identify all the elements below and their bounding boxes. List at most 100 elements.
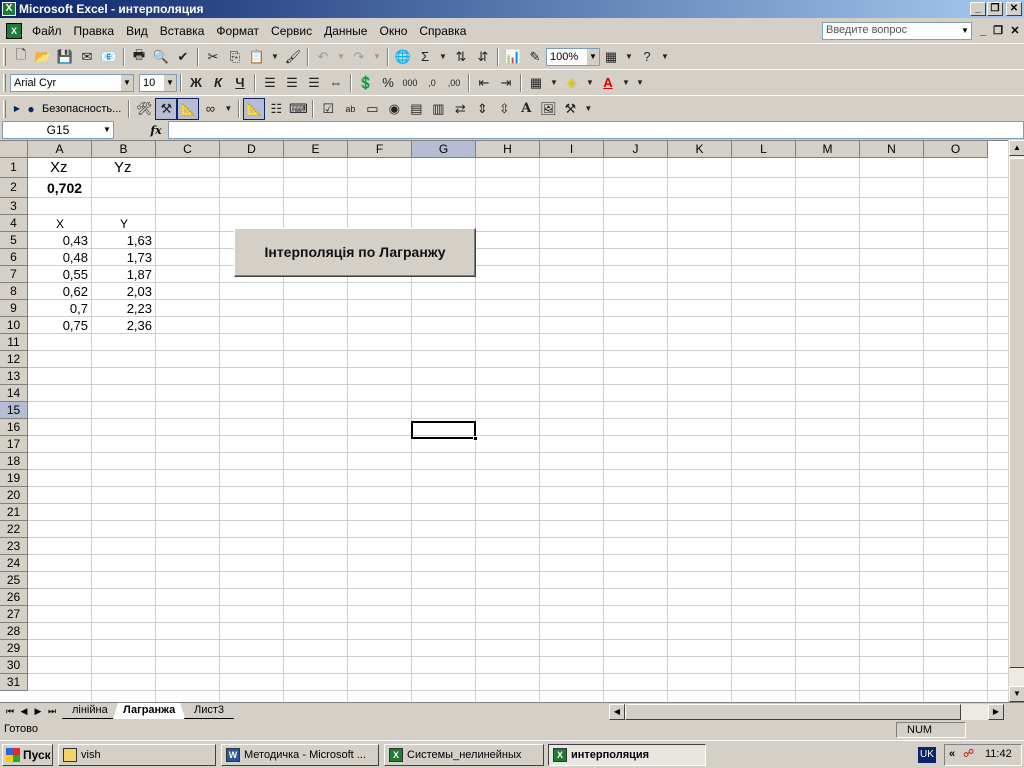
row-header-24[interactable]: 24 bbox=[0, 555, 28, 572]
sheet-tab-linear[interactable]: лінійна bbox=[62, 703, 118, 719]
fill-color-dropdown-icon[interactable]: ▼ bbox=[583, 72, 597, 94]
cell-B1[interactable]: Yz bbox=[114, 159, 132, 176]
sheet-tab-lagrange[interactable]: Лагранжа bbox=[113, 703, 185, 719]
column-header-L[interactable]: L bbox=[732, 141, 796, 158]
row-header-26[interactable]: 26 bbox=[0, 589, 28, 606]
redo-icon[interactable]: ↷ bbox=[348, 46, 370, 68]
column-header-O[interactable]: O bbox=[924, 141, 988, 158]
vertical-scrollbar[interactable]: ▲ ▼ bbox=[1008, 140, 1024, 702]
view-code-icon[interactable]: ⌨ bbox=[287, 98, 309, 120]
menu-data[interactable]: Данные bbox=[318, 22, 373, 40]
scroll-down-icon[interactable]: ▼ bbox=[1009, 686, 1024, 702]
row-header-22[interactable]: 22 bbox=[0, 521, 28, 538]
column-header-B[interactable]: B bbox=[92, 141, 156, 158]
doc-minimize-button[interactable]: _ bbox=[976, 24, 990, 38]
toolbar-options-dropdown-icon[interactable]: ▼ bbox=[622, 46, 636, 68]
cell-A4[interactable]: X bbox=[56, 216, 64, 233]
name-box[interactable]: G15 ▼ bbox=[2, 121, 114, 139]
menu-insert[interactable]: Вставка bbox=[154, 22, 211, 40]
formula-input[interactable] bbox=[168, 121, 1024, 139]
row-header-15[interactable]: 15 bbox=[0, 402, 28, 419]
option-button-control-icon[interactable]: ◉ bbox=[383, 98, 405, 120]
font-size-select[interactable]: 10 ▼ bbox=[139, 73, 177, 92]
image-control-icon[interactable]: 🖼 bbox=[537, 98, 559, 120]
row-header-23[interactable]: 23 bbox=[0, 538, 28, 555]
chart-wizard-icon[interactable]: 📊 bbox=[502, 46, 524, 68]
scroll-left-icon[interactable]: ◀ bbox=[609, 704, 625, 720]
command-button-control-icon[interactable]: ▭ bbox=[361, 98, 383, 120]
merge-center-icon[interactable]: ⇔ bbox=[325, 72, 347, 94]
row-header-16[interactable]: 16 bbox=[0, 419, 28, 436]
permission-icon[interactable]: ✉ bbox=[76, 46, 98, 68]
italic-button[interactable]: К bbox=[207, 72, 229, 94]
align-center-icon[interactable]: ☰ bbox=[281, 72, 303, 94]
toggle-button-control-icon[interactable]: ⇄ bbox=[449, 98, 471, 120]
font-dropdown-icon[interactable]: ▼ bbox=[121, 74, 133, 91]
column-header-I[interactable]: I bbox=[540, 141, 604, 158]
task-excel-systems[interactable]: X Системы_нелинейных bbox=[384, 744, 544, 766]
doc-close-button[interactable]: ✕ bbox=[1008, 24, 1022, 38]
network-icon[interactable]: ☍ bbox=[963, 747, 974, 760]
textbox-control-icon[interactable]: ab bbox=[339, 98, 361, 120]
listbox-control-icon[interactable]: ▤ bbox=[405, 98, 427, 120]
close-button[interactable]: ✕ bbox=[1006, 2, 1022, 16]
checkbox-control-icon[interactable]: ☑ bbox=[317, 98, 339, 120]
task-word-document[interactable]: W Методичка - Microsoft ... bbox=[221, 744, 379, 766]
column-header-G[interactable]: G bbox=[412, 141, 476, 158]
design-mode-toggle-icon[interactable]: 📐 bbox=[243, 97, 266, 120]
control-toolbox-icon[interactable]: ⚒ bbox=[155, 97, 178, 120]
scroll-up-icon[interactable]: ▲ bbox=[1009, 140, 1024, 156]
design-mode-icon[interactable]: 📐 bbox=[177, 97, 200, 120]
increase-decimal-icon[interactable]: ,0 bbox=[421, 72, 443, 94]
cell-B8[interactable]: 2,03 bbox=[92, 283, 152, 300]
column-header-E[interactable]: E bbox=[284, 141, 348, 158]
next-sheet-icon[interactable]: ▶ bbox=[31, 704, 45, 718]
paste-dropdown-icon[interactable]: ▼ bbox=[268, 46, 282, 68]
task-excel-interpolation[interactable]: X интерполяция bbox=[548, 744, 706, 766]
toolbar-grip[interactable] bbox=[3, 73, 6, 92]
spin-button-control-icon[interactable]: ⇕ bbox=[471, 98, 493, 120]
last-sheet-icon[interactable]: ⏭ bbox=[45, 704, 59, 718]
column-header-H[interactable]: H bbox=[476, 141, 540, 158]
toolbar-options-icon[interactable]: ▦ bbox=[600, 46, 622, 68]
row-header-20[interactable]: 20 bbox=[0, 487, 28, 504]
security-button[interactable]: Безопасность... bbox=[38, 103, 125, 115]
cell-B5[interactable]: 1,63 bbox=[92, 232, 152, 249]
row-header-11[interactable]: 11 bbox=[0, 334, 28, 351]
drawing-icon[interactable]: ✎ bbox=[524, 46, 546, 68]
row-header-3[interactable]: 3 bbox=[0, 198, 28, 215]
language-indicator[interactable]: UK bbox=[918, 747, 936, 763]
zoom-dropdown-icon[interactable]: ▼ bbox=[587, 48, 599, 65]
name-box-dropdown-icon[interactable]: ▼ bbox=[101, 122, 113, 138]
help-icon[interactable]: ? bbox=[636, 46, 658, 68]
row-header-18[interactable]: 18 bbox=[0, 453, 28, 470]
row-header-17[interactable]: 17 bbox=[0, 436, 28, 453]
column-header-J[interactable]: J bbox=[604, 141, 668, 158]
run-macro-icon[interactable]: ▶ bbox=[10, 98, 24, 120]
row-header-8[interactable]: 8 bbox=[0, 283, 28, 300]
toolbar-more-icon[interactable]: ▼ bbox=[633, 72, 647, 94]
row-header-10[interactable]: 10 bbox=[0, 317, 28, 334]
cell-A8[interactable]: 0,62 bbox=[28, 283, 88, 300]
format-painter-icon[interactable]: 🖌 bbox=[282, 46, 304, 68]
thousands-separator-icon[interactable]: 000 bbox=[399, 72, 421, 94]
zoom-select[interactable]: 100% ▼ bbox=[546, 47, 600, 66]
column-header-K[interactable]: K bbox=[668, 141, 732, 158]
toolbar-more-icon[interactable]: ▼ bbox=[221, 98, 235, 120]
cell-B7[interactable]: 1,87 bbox=[92, 266, 152, 283]
cell-A6[interactable]: 0,48 bbox=[28, 249, 88, 266]
vertical-scroll-thumb[interactable] bbox=[1009, 158, 1024, 668]
currency-icon[interactable]: 💲 bbox=[355, 72, 377, 94]
new-file-icon[interactable]: 🗋 bbox=[10, 46, 32, 68]
vb-editor-icon[interactable]: 🛠 bbox=[133, 98, 155, 120]
row-header-1[interactable]: 1 bbox=[0, 158, 28, 178]
doc-restore-button[interactable]: ❐ bbox=[991, 24, 1005, 38]
sheet-tab-sheet3[interactable]: Лист3 bbox=[184, 703, 234, 719]
scroll-right-icon[interactable]: ▶ bbox=[988, 704, 1004, 720]
worksheet-grid[interactable]: ABCDEFGHIJKLMNO 1 2 3 4 5 6 7 8 9 10 11 12 13 14 15 16 1… bbox=[0, 140, 1008, 702]
menu-edit[interactable]: Правка bbox=[68, 22, 121, 40]
cut-icon[interactable]: ✂ bbox=[202, 46, 224, 68]
menu-window[interactable]: Окно bbox=[373, 22, 413, 40]
open-folder-icon[interactable]: 📂 bbox=[32, 46, 54, 68]
row-header-7[interactable]: 7 bbox=[0, 266, 28, 283]
